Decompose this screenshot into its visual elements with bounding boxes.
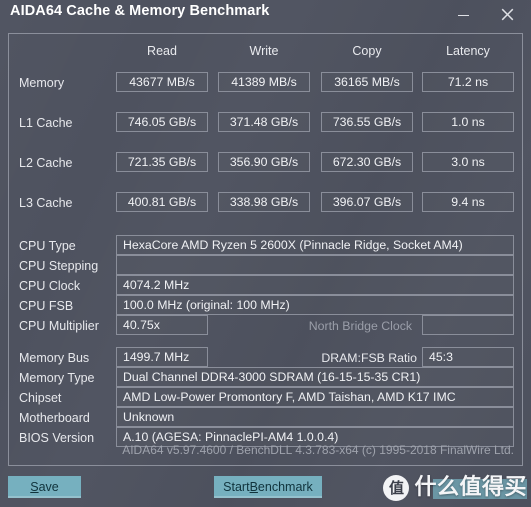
column-header-copy: Copy — [352, 44, 382, 58]
column-header-write: Write — [249, 44, 279, 58]
label-cpu-clock: CPU Clock — [19, 279, 81, 293]
memory-write-value: 41389 MB/s — [218, 72, 310, 92]
l1-copy-value: 736.55 GB/s — [321, 112, 413, 132]
minimize-icon — [457, 14, 469, 17]
close-button[interactable] — [487, 0, 527, 28]
label-cpu-stepping: CPU Stepping — [19, 259, 99, 273]
label-dram-fsb-ratio: DRAM:FSB Ratio — [321, 351, 417, 365]
value-cpu-multiplier: 40.75x — [116, 315, 208, 335]
l1-write-value: 371.48 GB/s — [218, 112, 310, 132]
value-dram-fsb-ratio: 45:3 — [422, 347, 514, 367]
label-cpu-type: CPU Type — [19, 239, 76, 253]
watermark-highlight-bar — [433, 479, 527, 499]
column-header-read: Read — [147, 44, 177, 58]
l3-copy-value: 396.07 GB/s — [321, 192, 413, 212]
l1-read-value: 746.05 GB/s — [116, 112, 208, 132]
column-header-latency: Latency — [446, 44, 490, 58]
label-cpu-fsb: CPU FSB — [19, 299, 74, 313]
row-label-l2-cache: L2 Cache — [19, 156, 73, 170]
value-memory-type: Dual Channel DDR4-3000 SDRAM (16-15-15-3… — [116, 367, 514, 387]
benchmark-button-label: enchmark — [257, 480, 313, 494]
row-label-l1-cache: L1 Cache — [19, 116, 73, 130]
l3-read-value: 400.81 GB/s — [116, 192, 208, 212]
l3-write-value: 338.98 GB/s — [218, 192, 310, 212]
close-icon — [501, 8, 514, 21]
value-cpu-fsb: 100.0 MHz (original: 100 MHz) — [116, 295, 514, 315]
label-memory-bus: Memory Bus — [19, 351, 90, 365]
l1-latency-value: 1.0 ns — [422, 112, 514, 132]
value-memory-bus: 1499.7 MHz — [116, 347, 208, 367]
label-motherboard: Motherboard — [19, 411, 90, 425]
window-title: AIDA64 Cache & Memory Benchmark — [10, 3, 270, 19]
value-motherboard: Unknown — [116, 407, 514, 427]
label-memory-type: Memory Type — [19, 371, 95, 385]
label-north-bridge-clock: North Bridge Clock — [308, 319, 412, 333]
memory-read-value: 43677 MB/s — [116, 72, 208, 92]
start-benchmark-button[interactable]: Start Benchmark — [214, 476, 322, 498]
benchmark-panel: Read Write Copy Latency Memory 43677 MB/… — [8, 33, 523, 466]
benchmark-button-prefix: Start — [223, 480, 250, 494]
version-credit-text: AIDA64 v5.97.4600 / BenchDLL 4.3.783-x64… — [122, 443, 514, 457]
label-bios-version: BIOS Version — [19, 431, 95, 445]
smzdm-watermark: 值 什么值得买 — [383, 475, 527, 501]
l2-read-value: 721.35 GB/s — [116, 152, 208, 172]
l2-latency-value: 3.0 ns — [422, 152, 514, 172]
minimize-button[interactable] — [443, 0, 483, 28]
title-bar: AIDA64 Cache & Memory Benchmark — [0, 0, 531, 30]
smzdm-watermark-text: 什么值得买 — [414, 475, 527, 500]
value-cpu-type: HexaCore AMD Ryzen 5 2600X (Pinnacle Rid… — [116, 235, 514, 255]
benchmark-button-accel: B — [249, 480, 258, 494]
smzdm-badge-icon: 值 — [383, 475, 410, 501]
value-north-bridge-clock — [422, 315, 514, 335]
row-label-l3-cache: L3 Cache — [19, 196, 73, 210]
memory-copy-value: 36165 MB/s — [321, 72, 413, 92]
row-label-memory: Memory — [19, 76, 65, 90]
l2-write-value: 356.90 GB/s — [218, 152, 310, 172]
value-cpu-stepping — [116, 255, 514, 275]
save-button[interactable]: Save — [8, 476, 81, 498]
save-button-label: ave — [38, 480, 59, 494]
value-cpu-clock: 4074.2 MHz — [116, 275, 514, 295]
l2-copy-value: 672.30 GB/s — [321, 152, 413, 172]
value-chipset: AMD Low-Power Promontory F, AMD Taishan,… — [116, 387, 514, 407]
label-chipset: Chipset — [19, 391, 62, 405]
save-button-accel: S — [30, 480, 39, 494]
l3-latency-value: 9.4 ns — [422, 192, 514, 212]
label-cpu-multiplier: CPU Multiplier — [19, 319, 99, 333]
memory-latency-value: 71.2 ns — [422, 72, 514, 92]
